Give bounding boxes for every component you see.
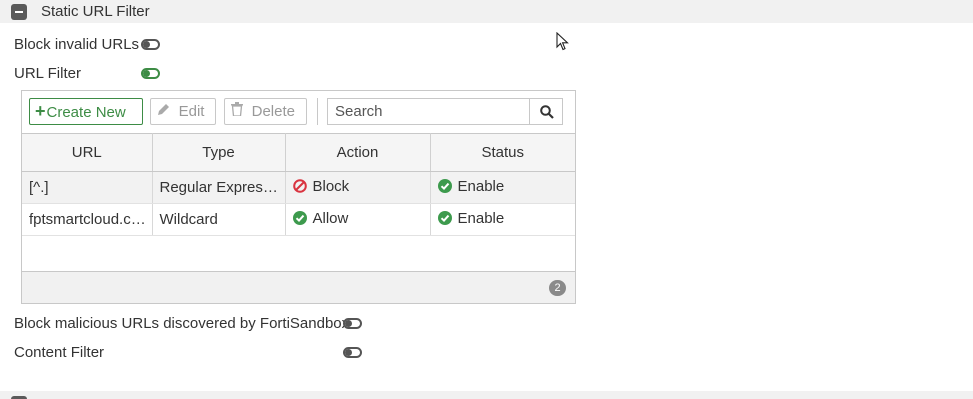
status-cell: Enable [430,171,575,204]
table-row[interactable]: fptsmartcloud.c… Wildcard Allow Enable [22,203,575,236]
column-header-status[interactable]: Status [430,133,575,172]
check-circle-icon [437,211,452,229]
url-cell: fptsmartcloud.c… [22,203,153,236]
section-title: Static URL Filter [41,3,150,20]
type-cell: Wildcard [152,203,286,236]
url-filter-toggle[interactable] [141,68,160,79]
column-header-url[interactable]: URL [22,133,153,172]
type-cell: Regular Express… [152,171,286,204]
next-section-header[interactable] [0,391,973,399]
pencil-icon [157,104,174,119]
action-cell: Block [285,171,431,204]
status-cell: Enable [430,203,575,236]
block-malicious-urls-label: Block malicious URLs discovered by Forti… [14,315,350,332]
url-filter-table: URL Type Action Status [^.] Regular Expr… [22,133,575,236]
content-filter-toggle[interactable] [343,347,362,358]
column-header-type[interactable]: Type [152,133,286,172]
search-icon [540,105,554,119]
block-invalid-urls-toggle[interactable] [141,39,160,50]
table-footer: 2 [22,272,575,303]
action-label: Block [312,178,350,195]
trash-icon [231,102,247,119]
content-filter-label: Content Filter [14,344,105,361]
action-label: Allow [312,210,349,227]
row-count-badge: 2 [549,280,566,296]
edit-label: Edit [178,103,205,120]
table-empty-area [22,234,575,272]
column-header-action[interactable]: Action [285,133,431,172]
block-icon [292,179,307,197]
search-button[interactable] [529,98,563,125]
url-filter-label: URL Filter [14,65,81,82]
create-new-button[interactable]: +Create New [29,98,143,125]
edit-button[interactable]: Edit [150,98,216,125]
toolbar-separator [317,98,318,125]
delete-label: Delete [251,103,295,120]
status-label: Enable [457,178,505,195]
block-invalid-urls-label: Block invalid URLs [14,36,140,53]
create-new-label: Create New [46,104,126,121]
plus-icon: + [35,101,46,121]
table-toolbar: +Create New Edit Delete [22,91,575,134]
status-label: Enable [457,210,505,227]
table-header-row: URL Type Action Status [22,133,575,172]
table-row[interactable]: [^.] Regular Express… Block Enable [22,171,575,204]
collapse-icon[interactable] [11,4,27,20]
action-cell: Allow [285,203,431,236]
section-header-static-url-filter[interactable]: Static URL Filter [0,0,973,23]
check-circle-icon [292,211,307,229]
search-input[interactable] [327,98,529,125]
url-cell: [^.] [22,171,153,204]
mouse-cursor-icon [556,32,569,51]
url-filter-table-panel: +Create New Edit Delete Search URL Type … [21,90,576,304]
delete-button[interactable]: Delete [224,98,307,125]
block-malicious-urls-toggle[interactable] [343,318,362,329]
check-circle-icon [437,179,452,197]
